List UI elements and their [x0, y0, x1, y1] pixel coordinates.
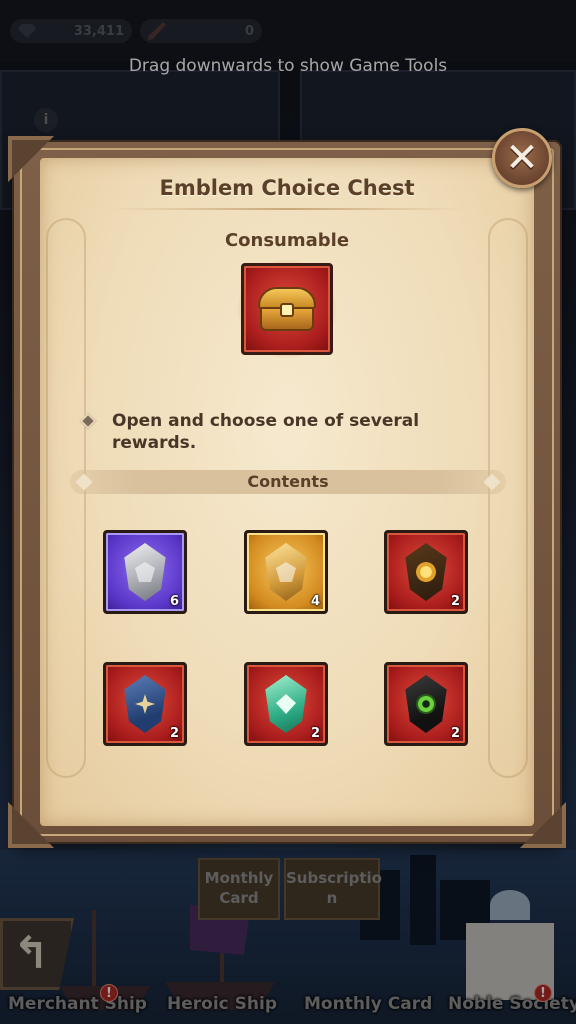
- sun-emblem-icon: [405, 543, 447, 601]
- gold-emblem-icon: [265, 543, 307, 601]
- item-count: 2: [169, 726, 179, 741]
- close-icon: ✕: [505, 135, 539, 181]
- description-text: Open and choose one of several rewards.: [112, 411, 420, 453]
- item-count: 2: [450, 726, 460, 741]
- reward-item[interactable]: 2: [384, 662, 468, 746]
- leaf-emblem-icon: [265, 675, 307, 733]
- close-button[interactable]: ✕: [492, 128, 552, 188]
- contents-label: Contents: [247, 472, 329, 491]
- reward-item[interactable]: 2: [384, 530, 468, 614]
- silver-emblem-icon: [124, 543, 166, 601]
- dialog-parchment: Emblem Choice Chest Consumable Open and …: [40, 158, 534, 826]
- eye-emblem-icon: [405, 675, 447, 733]
- treasure-chest-icon: [241, 263, 333, 355]
- contents-header: Contents: [70, 470, 506, 494]
- parchment-ornament: [46, 218, 86, 778]
- title-divider: [110, 208, 464, 210]
- item-count: 2: [450, 594, 460, 609]
- item-count: 2: [310, 726, 320, 741]
- dialog-title: Emblem Choice Chest: [159, 176, 415, 200]
- chest-detail-dialog: Emblem Choice Chest Consumable Open and …: [8, 136, 566, 848]
- reward-item[interactable]: 4: [244, 530, 328, 614]
- item-count: 4: [310, 594, 320, 609]
- parchment-ornament: [488, 218, 528, 778]
- lock-icon: [280, 303, 294, 317]
- item-count: 6: [169, 594, 179, 609]
- star-emblem-icon: [124, 675, 166, 733]
- reward-item[interactable]: 2: [103, 662, 187, 746]
- reward-item[interactable]: 2: [244, 662, 328, 746]
- reward-item[interactable]: 6: [103, 530, 187, 614]
- item-type-label: Consumable: [224, 230, 350, 251]
